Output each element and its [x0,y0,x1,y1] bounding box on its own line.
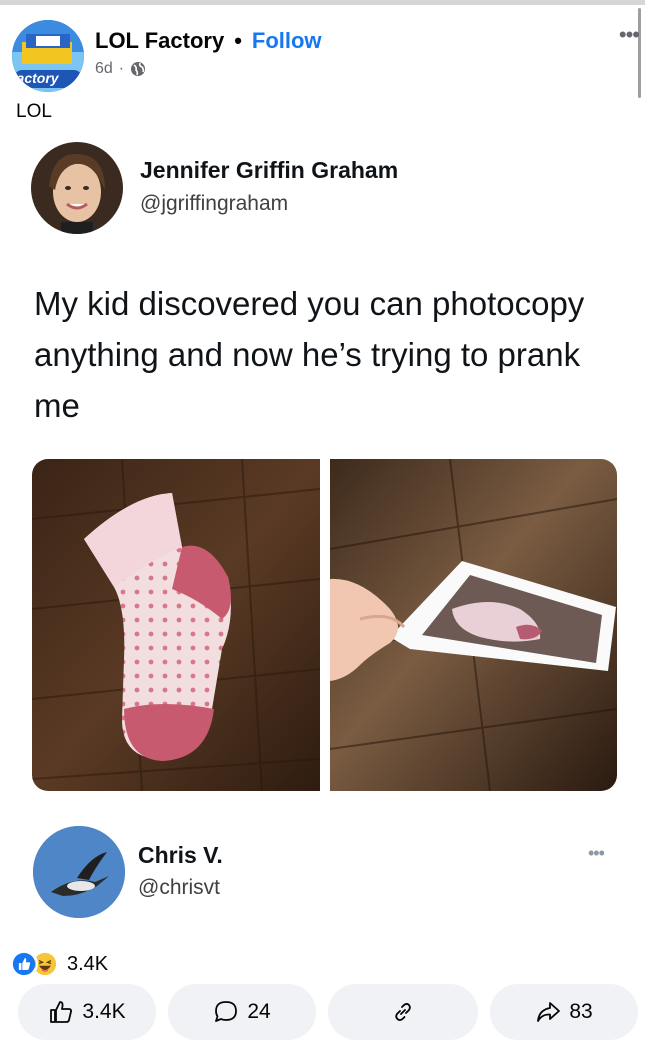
like-reaction-icon [10,950,38,978]
top-divider [0,0,645,5]
photocopy-photo[interactable] [330,459,617,791]
avatar-logo-text: Factory [12,70,59,86]
more-options-icon[interactable]: ••• [619,22,640,48]
post-header: Factory LOL Factory • Follow 6d · [12,16,632,92]
tweet-author-name: Jennifer Griffin Graham [140,157,399,183]
copy-link-button[interactable] [328,984,478,1040]
like-button[interactable]: 3.4K [18,984,156,1040]
reaction-summary[interactable]: 3.4K [10,950,108,978]
thumbs-up-icon [50,1001,73,1023]
globe-icon [131,62,146,76]
tweet-text: My kid discovered you can photocopy anyt… [34,285,585,424]
reply-more-icon[interactable]: ••• [588,843,605,864]
reply-author-avatar [33,826,125,918]
tweet-author-avatar [31,142,123,234]
share-count: 83 [569,1000,593,1023]
meta-separator: · [118,60,125,77]
name-separator: • [234,28,242,53]
like-count: 3.4K [82,1000,126,1023]
post-age[interactable]: 6d [95,60,113,78]
reaction-count: 3.4K [67,952,109,975]
link-icon [395,1003,411,1021]
share-button[interactable]: 83 [490,984,638,1040]
post-caption: LOL [16,101,52,122]
comment-icon [215,1001,238,1022]
sock-photo[interactable] [32,459,320,791]
tweet-author-handle: @jgriffingraham [140,192,289,215]
comment-button[interactable]: 24 [168,984,316,1040]
reply-author-name: Chris V. [138,842,223,868]
page-avatar[interactable]: Factory [12,20,84,92]
reply-author-handle: @chrisvt [138,876,220,899]
page-name-row: LOL Factory • Follow [95,28,322,54]
page-name[interactable]: LOL Factory [95,28,224,53]
post-meta: 6d · [95,60,146,78]
share-arrow-icon [537,1002,561,1022]
comment-count: 24 [247,1000,271,1023]
follow-button[interactable]: Follow [252,28,322,53]
action-bar: 3.4K 24 83 [18,984,638,1040]
